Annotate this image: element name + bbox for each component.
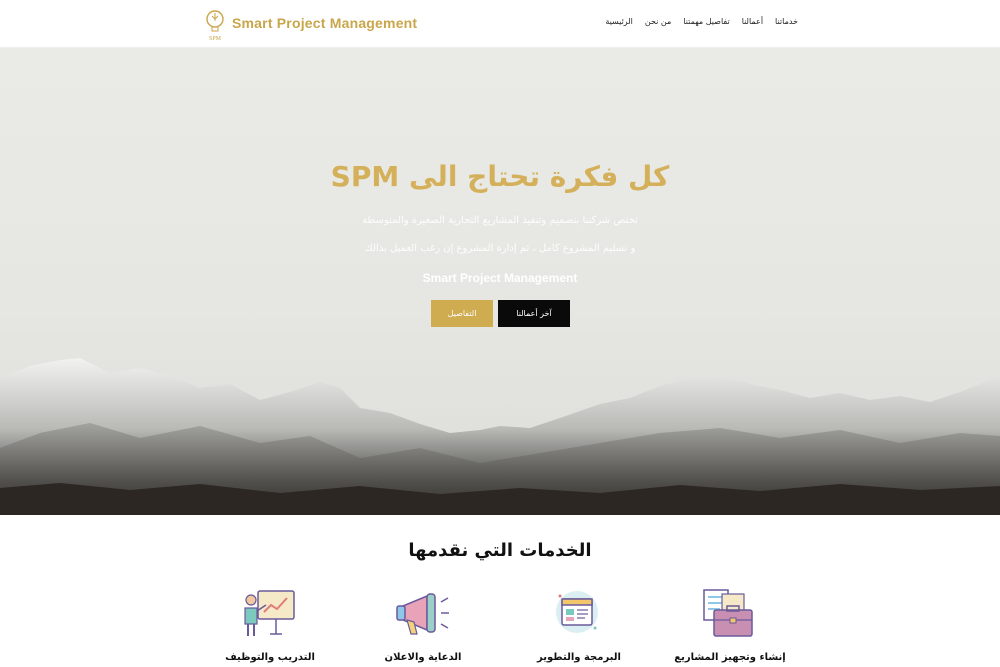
coding-window-icon xyxy=(556,591,598,633)
nav-services[interactable]: خدماتنا xyxy=(775,17,798,26)
training-presentation-icon xyxy=(244,590,295,636)
service-label: البرمجة والتطوير xyxy=(537,652,621,663)
briefcase-documents-icon xyxy=(703,589,753,637)
hero-description-line-1: تختص شركتنا بتصميم وتنفيذ المشاريع التجا… xyxy=(362,215,638,226)
service-label: إنشاء وتجهيز المشاريع xyxy=(674,652,786,663)
site-header: SPM Smart Project Management الرئيسية من… xyxy=(0,0,1000,48)
hero-brand-text: Smart Project Management xyxy=(422,271,578,285)
logo-text: SPM xyxy=(209,36,222,42)
services-heading: الخدمات التي نقدمها xyxy=(408,540,592,561)
service-advertising[interactable]: الدعاية والاعلان xyxy=(363,588,483,667)
details-button[interactable]: التفاصيل xyxy=(431,300,493,327)
hero-title: كل فكرة تحتاج الى SPM xyxy=(330,160,670,193)
service-label: الدعاية والاعلان xyxy=(384,652,462,663)
hero-section: كل فكرة تحتاج الى SPM تختص شركتنا بتصميم… xyxy=(0,48,1000,515)
megaphone-icon xyxy=(396,593,449,635)
hero-description-line-2: و تسليم المشروع كامل ، ثم إدارة المشروع … xyxy=(364,243,636,254)
nav-home[interactable]: الرئيسية xyxy=(605,17,633,26)
nav-mission[interactable]: تفاصيل مهمتنا xyxy=(683,17,729,26)
latest-works-button[interactable]: آخر أعمالنا xyxy=(498,300,570,327)
brand-name[interactable]: Smart Project Management xyxy=(232,15,417,31)
nav-works[interactable]: أعمالنا xyxy=(742,17,763,26)
service-training[interactable]: التدريب والتوظيف xyxy=(210,588,330,667)
service-label: التدريب والتوظيف xyxy=(225,652,315,663)
lightbulb-logo-icon[interactable]: SPM xyxy=(203,8,227,42)
mountains-image xyxy=(0,358,1000,515)
service-programming[interactable]: البرمجة والتطوير xyxy=(519,588,639,667)
main-nav: الرئيسية من نحن تفاصيل مهمتنا أعمالنا خد… xyxy=(605,17,798,26)
service-project-setup[interactable]: إنشاء وتجهيز المشاريع xyxy=(670,588,790,667)
nav-about[interactable]: من نحن xyxy=(645,17,671,26)
